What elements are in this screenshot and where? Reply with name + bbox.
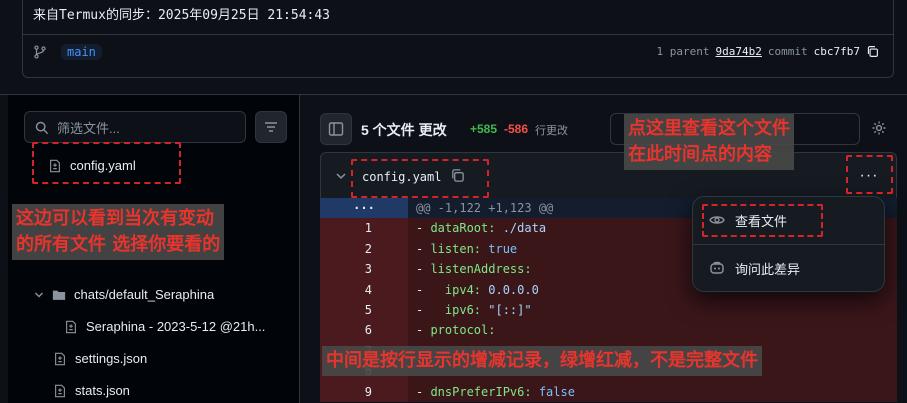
line-code: - ipv6: "[::]"	[408, 299, 897, 321]
chevron-down-icon[interactable]	[335, 170, 347, 182]
file-diff-icon	[55, 384, 65, 397]
divider	[23, 34, 893, 35]
menu-item-label: 询问此差异	[735, 261, 801, 277]
changes-title: 5 个文件 更改	[361, 122, 447, 138]
yaml-key: listenAddress:	[430, 262, 532, 277]
chevron-down-icon	[35, 292, 43, 297]
sidebar-collapse-icon	[328, 122, 344, 136]
annotation-line: 在此时间点的内容	[628, 144, 772, 165]
yaml-value: true	[481, 241, 518, 256]
menu-divider	[693, 244, 884, 245]
file-diff-icon	[66, 320, 76, 333]
toggle-sidebar-button[interactable]	[320, 113, 352, 145]
yaml-value: "[::]"	[481, 302, 532, 317]
line-number[interactable]: 2	[320, 238, 408, 260]
line-prefix: -	[416, 384, 431, 399]
git-branch-icon	[34, 45, 46, 59]
yaml-key: ipv4:	[444, 282, 482, 297]
annotation-line: 的所有文件 选择你要看的	[16, 234, 221, 255]
annotation-top-right: 点这里查看这个文件 在此时间点的内容	[624, 114, 794, 170]
lines-changed-label: 行更改	[535, 125, 568, 137]
file-item-stats-json[interactable]: stats.json	[53, 383, 130, 398]
line-number[interactable]: 4	[320, 279, 408, 300]
commit-meta: 1 parent 9da74b2 commit cbc7fb7	[657, 45, 879, 58]
diff-line: 9- dnsPreferIPv6: false	[320, 381, 897, 402]
yaml-key: dnsPreferIPv6:	[430, 384, 532, 399]
line-prefix: -	[416, 221, 431, 236]
file-item-seraphina[interactable]: Seraphina - 2023-5-12 @21h...	[64, 319, 265, 334]
copilot-icon	[710, 261, 724, 274]
commit-hash: cbc7fb7	[813, 45, 860, 58]
yaml-value: 0.0.0.0	[481, 282, 539, 297]
folder-item-chats[interactable]: chats/default_Seraphina	[34, 287, 214, 302]
annotation-left: 这边可以看到当次有变动 的所有文件 选择你要看的	[12, 204, 225, 260]
line-prefix: -	[416, 323, 431, 338]
yaml-key: protocol:	[430, 323, 496, 338]
folder-item-label: chats/default_Seraphina	[74, 287, 215, 302]
line-prefix: -	[416, 282, 445, 297]
line-prefix: -	[416, 302, 445, 317]
yaml-key: listen:	[430, 241, 482, 256]
line-prefix: -	[416, 262, 431, 277]
line-number[interactable]: 5	[320, 299, 408, 321]
yaml-value: false	[531, 384, 575, 399]
additions-count: +585	[470, 122, 498, 136]
yaml-key: ipv6:	[444, 302, 482, 317]
folder-icon	[52, 290, 66, 300]
file-item-settings-json[interactable]: settings.json	[53, 351, 147, 366]
branch-badge[interactable]: main	[61, 44, 102, 60]
commit-header: 来自Termux的同步：2025年09月25日 21:54:43 main 1 …	[22, 0, 894, 78]
file-diff-icon	[55, 352, 65, 365]
line-prefix: -	[416, 241, 431, 256]
annotation-line: 点这里查看这个文件	[628, 118, 790, 139]
highlight-config-file	[32, 142, 181, 184]
filter-icon	[265, 122, 277, 132]
diff-line: 6- protocol:	[320, 320, 897, 341]
parent-label: 1 parent	[656, 45, 710, 58]
diff-line: 5- ipv6: "[::]"	[320, 299, 897, 321]
diff-toolbar: 5 个文件 更改 +585 -586 行更改	[320, 112, 900, 146]
line-code: - protocol:	[408, 320, 897, 341]
parent-hash-link[interactable]: 9da74b2	[716, 45, 762, 58]
deletions-count: -586	[504, 122, 529, 136]
highlight-view-file	[702, 204, 823, 237]
line-number[interactable]: 1	[320, 218, 408, 239]
commit-message: 来自Termux的同步：2025年09月25日 21:54:43	[33, 8, 331, 23]
yaml-key: dataRoot:	[430, 221, 496, 236]
file-filter-input[interactable]: 筛选文件...	[24, 111, 246, 143]
file-item-label: Seraphina - 2023-5-12 @21h...	[86, 319, 266, 334]
line-number[interactable]: 6	[320, 320, 408, 341]
gear-icon[interactable]	[871, 120, 887, 136]
menu-item-ask-diff[interactable]: 询问此差异	[693, 253, 884, 283]
expand-hunk-button[interactable]: ···	[320, 198, 408, 219]
filter-options-button[interactable]	[255, 111, 287, 143]
annotation-bottom: 中间是按行显示的增减记录，绿增红减，不是完整文件	[322, 346, 762, 376]
highlight-file-name	[351, 159, 489, 198]
line-number[interactable]: 9	[320, 381, 408, 402]
file-item-label: settings.json	[75, 351, 148, 366]
highlight-more-button	[846, 155, 893, 194]
annotation-line: 这边可以看到当次有变动	[16, 208, 214, 229]
copy-icon[interactable]	[866, 45, 879, 58]
file-item-label: stats.json	[75, 383, 130, 398]
yaml-value: ./data	[495, 221, 547, 236]
line-number[interactable]: 3	[320, 259, 408, 280]
search-icon	[35, 121, 49, 135]
filter-placeholder: 筛选文件...	[57, 120, 120, 136]
commit-label: commit	[767, 45, 808, 58]
line-code: - dnsPreferIPv6: false	[408, 381, 897, 402]
